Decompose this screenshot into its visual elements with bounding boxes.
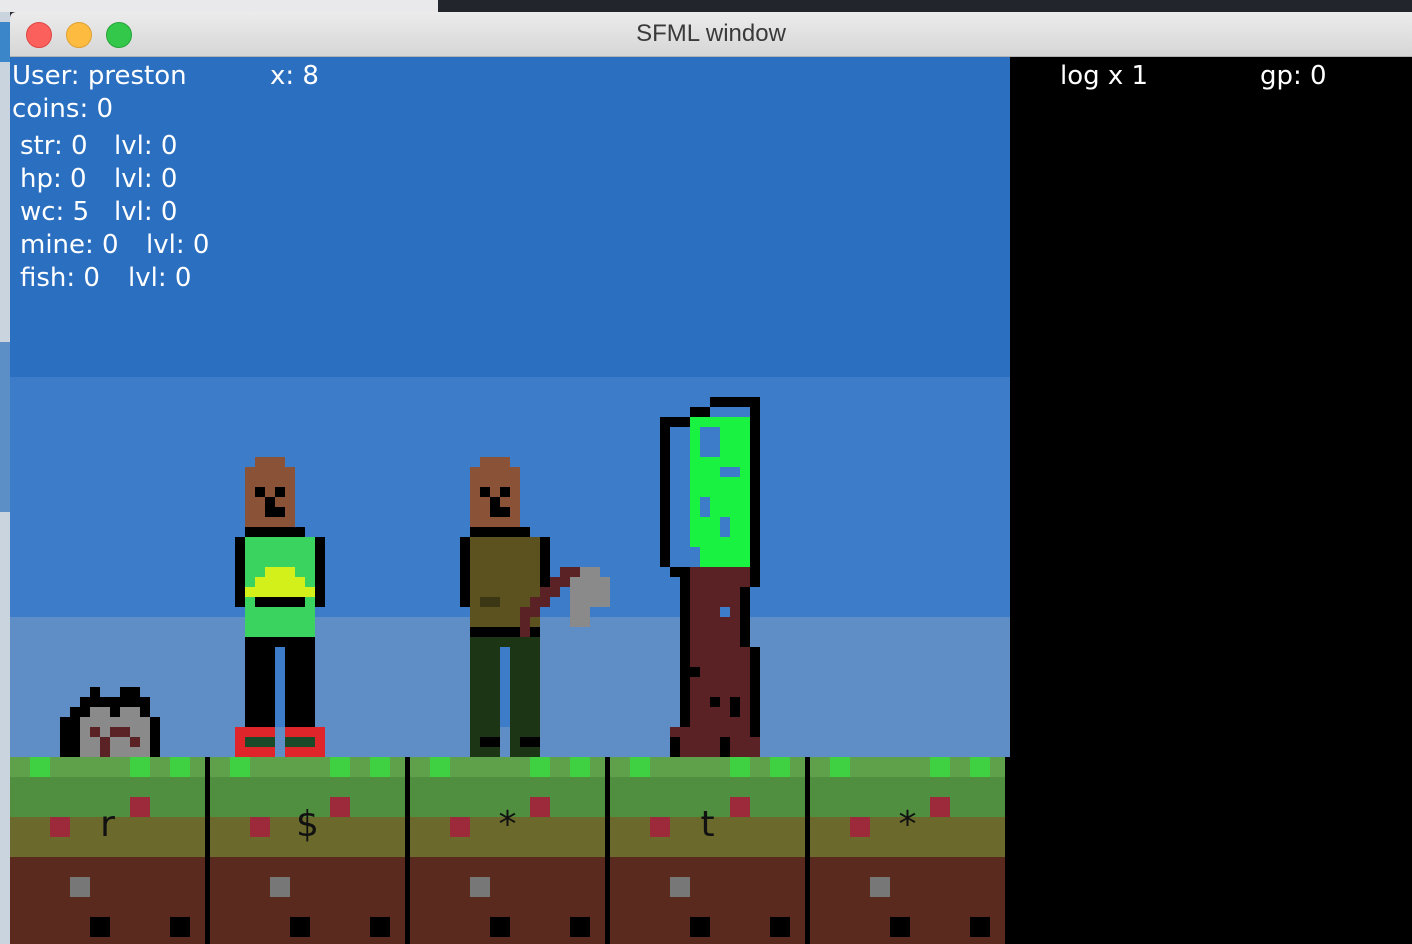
hud-skill-level: lvl: 0 bbox=[146, 230, 210, 260]
hud-skill-name: mine: 0 bbox=[20, 230, 119, 260]
hud-coins: coins: 0 bbox=[12, 94, 114, 124]
window-title: SFML window bbox=[636, 20, 786, 47]
ground-tile[interactable]: t bbox=[610, 757, 805, 944]
sfml-window: SFML window User: preston x: 8 coins: 0 … bbox=[10, 12, 1412, 944]
hud-skill-level: lvl: 0 bbox=[114, 164, 178, 194]
ground-tile[interactable]: * bbox=[810, 757, 1005, 944]
inventory-gp: gp: 0 bbox=[1260, 61, 1327, 91]
tile-label: t bbox=[700, 804, 715, 845]
ground-tile[interactable]: $ bbox=[210, 757, 405, 944]
hud-skill-name: str: 0 bbox=[20, 131, 88, 161]
tile-label: $ bbox=[296, 804, 319, 845]
inventory-panel: log x 1 gp: 0 bbox=[1010, 57, 1412, 944]
background-window-edge bbox=[0, 12, 10, 944]
player-sprite[interactable] bbox=[235, 457, 325, 757]
hud-x-position: x: 8 bbox=[270, 61, 319, 91]
desktop-background-dark bbox=[438, 0, 1412, 12]
tile-label: r bbox=[100, 804, 115, 845]
hud-skill-name: wc: 5 bbox=[20, 197, 90, 227]
desktop-background bbox=[0, 0, 438, 12]
inventory-item: log x 1 bbox=[1060, 61, 1149, 91]
woodcutter-npc-sprite[interactable] bbox=[460, 457, 610, 757]
hud-username: User: preston bbox=[12, 61, 187, 91]
hud-skill-name: hp: 0 bbox=[20, 164, 87, 194]
hud-skill-name: fish: 0 bbox=[20, 263, 100, 293]
hud-skill-level: lvl: 0 bbox=[128, 263, 192, 293]
ground-tile[interactable]: * bbox=[410, 757, 605, 944]
game-scene[interactable]: User: preston x: 8 coins: 0 str: 0 lvl: … bbox=[10, 57, 1010, 944]
game-viewport[interactable]: User: preston x: 8 coins: 0 str: 0 lvl: … bbox=[10, 57, 1412, 944]
title-bar[interactable]: SFML window bbox=[10, 12, 1412, 57]
ground-tile[interactable]: r bbox=[10, 757, 205, 944]
tile-label: * bbox=[498, 804, 517, 845]
hud-skill-level: lvl: 0 bbox=[114, 131, 178, 161]
hud-skill-level: lvl: 0 bbox=[114, 197, 178, 227]
tile-label: * bbox=[898, 804, 917, 845]
rock-sprite[interactable] bbox=[60, 687, 160, 757]
tree-sprite[interactable] bbox=[660, 397, 770, 757]
